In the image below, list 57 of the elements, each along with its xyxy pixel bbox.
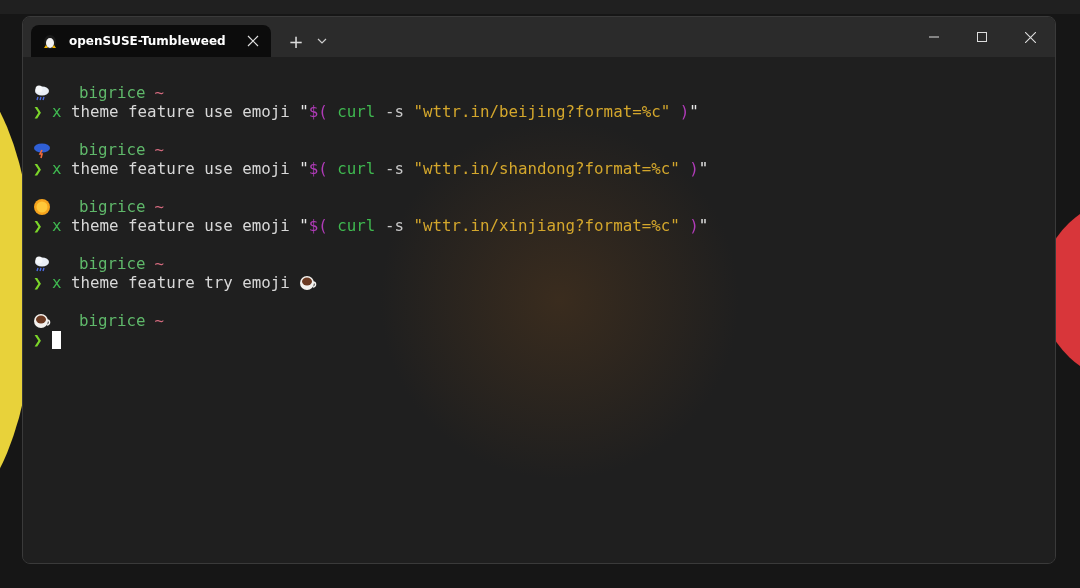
- prompt-arrow: ❯: [33, 216, 43, 235]
- prompt-arrow: ❯: [33, 102, 43, 121]
- command-token: theme feature use emoji: [71, 159, 290, 178]
- command-token: $(: [308, 159, 328, 178]
- prompt-user: bigrice: [79, 83, 146, 102]
- prompt-user: bigrice: [79, 197, 146, 216]
- new-tab-button[interactable]: +: [279, 25, 313, 57]
- command-token: -s: [384, 216, 404, 235]
- coffee-cup-icon: [299, 273, 318, 292]
- command-token: x: [52, 273, 62, 292]
- command-token: ": [689, 102, 699, 121]
- prompt-user: bigrice: [79, 254, 146, 273]
- rain-cloud-icon: [33, 83, 51, 102]
- prompt-arrow: ❯: [33, 273, 43, 292]
- sun-icon: [33, 197, 51, 216]
- command-token: ": [698, 216, 709, 235]
- terminal-tab[interactable]: openSUSE-Tumbleweed: [31, 25, 271, 57]
- prompt-path: ~: [154, 197, 165, 216]
- command-token: "wttr.in/beijing?format=%c": [413, 102, 671, 121]
- command-token: theme feature use emoji: [71, 216, 290, 235]
- command-token: x: [52, 102, 62, 121]
- command-token: theme feature try emoji: [71, 273, 290, 292]
- prompt-path: ~: [154, 311, 165, 330]
- prompt-arrow: ❯: [33, 330, 43, 349]
- command-token: x: [52, 216, 62, 235]
- rain-cloud-icon: [33, 254, 51, 273]
- command-token: curl: [337, 102, 376, 121]
- command-token: curl: [337, 159, 376, 178]
- close-window-icon[interactable]: [1025, 31, 1036, 43]
- command-token: -s: [384, 102, 404, 121]
- coffee-cup-icon: [33, 311, 51, 330]
- command-token: curl: [337, 216, 376, 235]
- penguin-icon: [43, 33, 57, 49]
- maximize-icon[interactable]: [977, 32, 987, 42]
- prompt-path: ~: [154, 140, 165, 159]
- command-token: ": [299, 159, 309, 178]
- command-token: ): [689, 159, 699, 178]
- command-token: "wttr.in/shandong?format=%c": [413, 159, 680, 178]
- command-token: ": [299, 102, 309, 121]
- dropdown-chevron-icon[interactable]: [317, 37, 327, 45]
- command-token: ): [679, 102, 690, 121]
- command-token: -s: [384, 159, 404, 178]
- prompt-path: ~: [154, 83, 165, 102]
- command-token: "wttr.in/xinjiang?format=%c": [413, 216, 680, 235]
- command-token: $(: [308, 102, 328, 121]
- close-icon[interactable]: [247, 35, 259, 47]
- command-token: ": [299, 216, 309, 235]
- prompt-user: bigrice: [79, 140, 146, 159]
- prompt-arrow: ❯: [33, 159, 43, 178]
- command-token: x: [52, 159, 62, 178]
- prompt-user: bigrice: [79, 311, 146, 330]
- prompt-path: ~: [154, 254, 165, 273]
- command-token: ": [698, 159, 709, 178]
- command-token: ): [689, 216, 699, 235]
- tab-title: openSUSE-Tumbleweed: [69, 33, 227, 50]
- command-token: $(: [308, 216, 328, 235]
- command-token: theme feature use emoji: [71, 102, 290, 121]
